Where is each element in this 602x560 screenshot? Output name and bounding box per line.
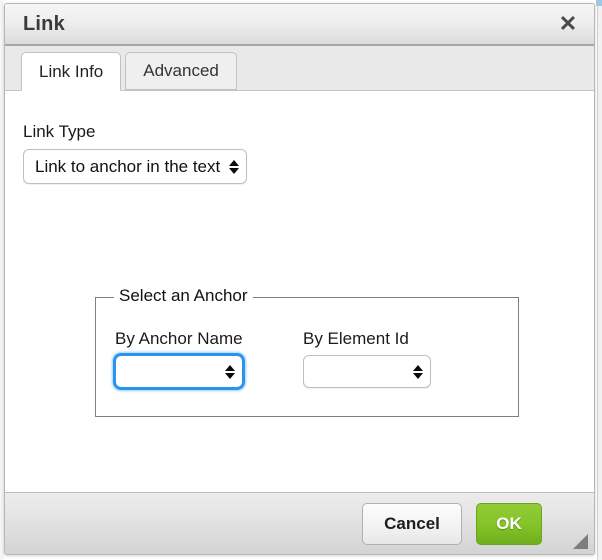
stepper-arrows-icon [224,362,235,382]
ok-button[interactable]: OK [476,502,542,545]
tab-strip: Link Info Advanced [5,46,594,91]
stepper-arrows-icon [412,362,423,382]
by-anchor-name-group: By Anchor Name [115,330,243,388]
tab-advanced[interactable]: Advanced [125,52,237,90]
by-element-id-select[interactable] [303,355,431,388]
stepper-arrows-icon [228,157,239,177]
tab-link-info[interactable]: Link Info [21,52,122,91]
backdrop-edge-right [597,6,602,560]
link-type-label: Link Type [23,122,96,141]
ok-button-label: OK [496,514,522,533]
link-type-group: Link Type Link to anchor in the text [23,122,248,184]
chevron-down-icon [224,372,235,379]
cancel-button-label: Cancel [384,514,440,533]
dialog-titlebar: Link ✕ [5,4,594,46]
select-anchor-legend: Select an Anchor [114,287,253,304]
chevron-up-icon [228,159,239,166]
link-type-select-value: Link to anchor in the text [35,157,221,176]
by-element-id-group: By Element Id [303,330,431,388]
dialog-title: Link [23,13,65,35]
tab-advanced-label: Advanced [143,61,219,80]
close-icon[interactable]: ✕ [554,10,582,38]
backdrop-accent-sliver [596,0,602,6]
chevron-up-icon [412,364,423,371]
chevron-up-icon [224,364,235,371]
tab-link-info-label: Link Info [39,61,104,81]
by-anchor-name-select[interactable] [115,355,243,388]
cancel-button[interactable]: Cancel [362,502,462,545]
by-element-id-label: By Element Id [303,329,409,348]
by-anchor-name-label: By Anchor Name [115,329,243,348]
link-type-select[interactable]: Link to anchor in the text [23,149,248,184]
resize-grip-icon[interactable] [572,533,588,549]
chevron-down-icon [412,372,423,379]
link-dialog: Link ✕ Link Info Advanced Link Type Link… [4,3,595,555]
dialog-body: Link Type Link to anchor in the text Sel… [5,91,594,492]
close-icon-glyph: ✕ [558,11,578,36]
select-anchor-fieldset: Select an Anchor By Anchor Name By Eleme… [95,287,519,417]
dialog-footer: Cancel OK [5,492,594,554]
chevron-down-icon [228,167,239,174]
